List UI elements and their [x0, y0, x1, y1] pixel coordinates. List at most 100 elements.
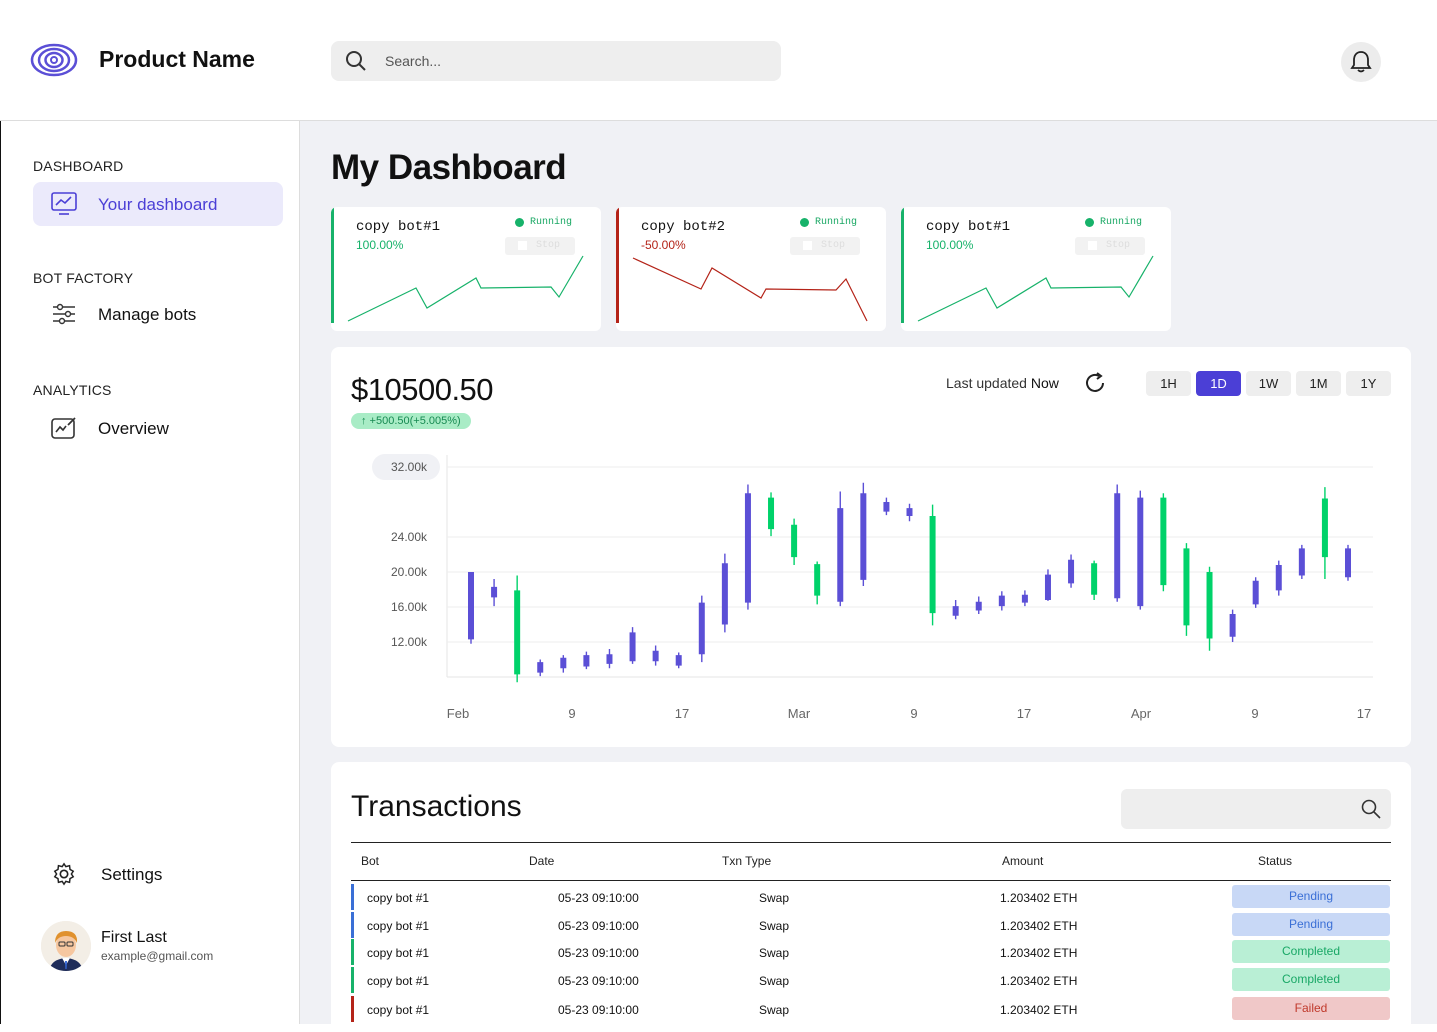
x-tick-label: Feb — [447, 706, 469, 721]
candle-body — [1114, 493, 1121, 599]
section-title-bot-factory: BOT FACTORY — [33, 270, 134, 286]
row-status-edge — [351, 967, 354, 993]
y-tick-label: 32.00k — [391, 460, 428, 474]
bot-card[interactable]: copy bot#1 100.00% Running Stop — [331, 207, 601, 331]
notifications-button[interactable] — [1341, 42, 1381, 82]
cell-amount: 1.203402 ETH — [1000, 974, 1078, 988]
table-top-divider — [351, 842, 1391, 843]
x-tick-label: Apr — [1131, 706, 1152, 721]
column-header-amount: Amount — [1002, 854, 1044, 868]
candle-body — [1160, 497, 1167, 586]
table-row[interactable]: copy bot #1 05-23 09:10:00 Swap 1.203402 ET… — [351, 884, 1391, 910]
cell-amount: 1.203402 ETH — [1000, 1003, 1078, 1017]
row-status-edge — [351, 939, 354, 965]
search-icon — [346, 51, 366, 71]
x-tick-label: 17 — [1357, 706, 1371, 721]
gear-icon — [53, 862, 75, 886]
sidebar-item-overview[interactable]: Overview — [33, 406, 283, 450]
y-tick-label: 16.00k — [391, 600, 428, 614]
candle-body — [1345, 548, 1351, 578]
table-row[interactable]: copy bot #1 05-23 09:10:00 Swap 1.203402 ET… — [351, 996, 1391, 1022]
candle-body — [1229, 614, 1236, 637]
sidebar-item-your-dashboard[interactable]: Your dashboard — [33, 182, 283, 226]
candle-body — [744, 493, 751, 603]
cell-date: 05-23 09:10:00 — [558, 891, 639, 905]
cell-type: Swap — [759, 974, 790, 988]
search-bar[interactable]: Search... — [331, 41, 781, 81]
cell-amount: 1.203402 ETH — [1000, 946, 1078, 960]
section-title-dashboard: DASHBOARD — [33, 158, 124, 174]
candle-body — [537, 662, 544, 673]
candle-body — [1183, 548, 1190, 626]
cell-bot: copy bot #1 — [367, 919, 430, 933]
x-tick-label: 9 — [568, 706, 575, 721]
candle-body — [952, 606, 959, 616]
x-tick-label: Mar — [788, 706, 811, 721]
candle-body — [1275, 565, 1282, 591]
sidebar-item-settings[interactable]: Settings — [33, 852, 283, 896]
cell-type: Swap — [759, 919, 790, 933]
bot-card[interactable]: copy bot#1 100.00% Running Stop — [901, 207, 1171, 331]
candle-body — [1068, 559, 1075, 584]
candle-body — [491, 586, 498, 598]
y-tick-label: 24.00k — [391, 530, 428, 544]
status-badge: Pending — [1232, 885, 1390, 908]
spiral-logo-icon[interactable] — [30, 40, 78, 80]
table-row[interactable]: copy bot #1 05-23 09:10:00 Swap 1.203402 ET… — [351, 912, 1391, 938]
candle-body — [1021, 594, 1028, 603]
candle-body — [606, 654, 613, 664]
status-badge: Completed — [1232, 968, 1390, 991]
cell-type: Swap — [759, 946, 790, 960]
column-header-bot: Bot — [361, 854, 380, 868]
transactions-title: Transactions — [351, 790, 522, 823]
sidebar-item-manage-bots[interactable]: Manage bots — [33, 292, 283, 336]
x-tick-label: 9 — [910, 706, 917, 721]
candle-body — [629, 632, 636, 662]
candle-body — [1298, 548, 1305, 576]
column-header-date: Date — [529, 854, 555, 868]
cell-type: Swap — [759, 1003, 790, 1017]
candle-body — [929, 516, 936, 614]
cell-date: 05-23 09:10:00 — [558, 1003, 639, 1017]
candle-body — [791, 524, 798, 558]
candle-body — [998, 595, 1005, 607]
transactions-search-input[interactable] — [1121, 789, 1391, 829]
cell-bot: copy bot #1 — [367, 974, 430, 988]
search-input[interactable]: Search... — [385, 53, 441, 69]
candle-body — [1321, 498, 1328, 558]
status-badge: Completed — [1232, 940, 1390, 963]
product-name: Product Name — [99, 46, 255, 72]
avatar[interactable] — [41, 921, 91, 971]
bot-sparkline — [632, 257, 868, 322]
chart-edit-icon — [51, 417, 76, 439]
user-email: example@gmail.com — [101, 949, 214, 963]
candle-body — [906, 508, 913, 516]
candle-body — [583, 655, 590, 667]
table-header-divider — [351, 880, 1391, 881]
candle-body — [1044, 574, 1051, 600]
y-tick-label: 20.00k — [391, 565, 428, 579]
candlestick-chart[interactable]: 12.00k 16.00k 20.00k 24.00k 32.00k Feb 9 17 Mar 9… — [331, 347, 1411, 747]
table-row[interactable]: copy bot #1 05-23 09:10:00 Swap 1.203402 ET… — [351, 939, 1391, 965]
cell-type: Swap — [759, 891, 790, 905]
transactions-panel: Transactions Bot Date Txn Type Amount St… — [331, 762, 1411, 1032]
x-tick-label: 17 — [1017, 706, 1031, 721]
y-tick-label: 12.00k — [391, 635, 428, 649]
search-icon — [1361, 799, 1381, 819]
cell-bot: copy bot #1 — [367, 891, 430, 905]
page-title: My Dashboard — [331, 148, 567, 187]
bot-sparkline — [917, 255, 1154, 322]
section-title-analytics: ANALYTICS — [33, 382, 112, 398]
candle-body — [1206, 572, 1213, 639]
candle-body — [814, 564, 821, 596]
status-badge: Failed — [1232, 997, 1390, 1020]
candle-body — [1091, 563, 1098, 595]
candle-body — [652, 650, 659, 662]
main-content: My Dashboard copy bot#1 100.00% Running … — [300, 121, 1437, 1032]
x-tick-label: 9 — [1251, 706, 1258, 721]
table-row[interactable]: copy bot #1 05-23 09:10:00 Swap 1.203402 ET… — [351, 967, 1391, 993]
candle-body — [514, 590, 521, 675]
top-header: Product Name Search... — [0, 0, 1437, 121]
candle-body — [975, 601, 982, 611]
bot-card[interactable]: copy bot#2 -50.00% Running Stop — [616, 207, 886, 331]
